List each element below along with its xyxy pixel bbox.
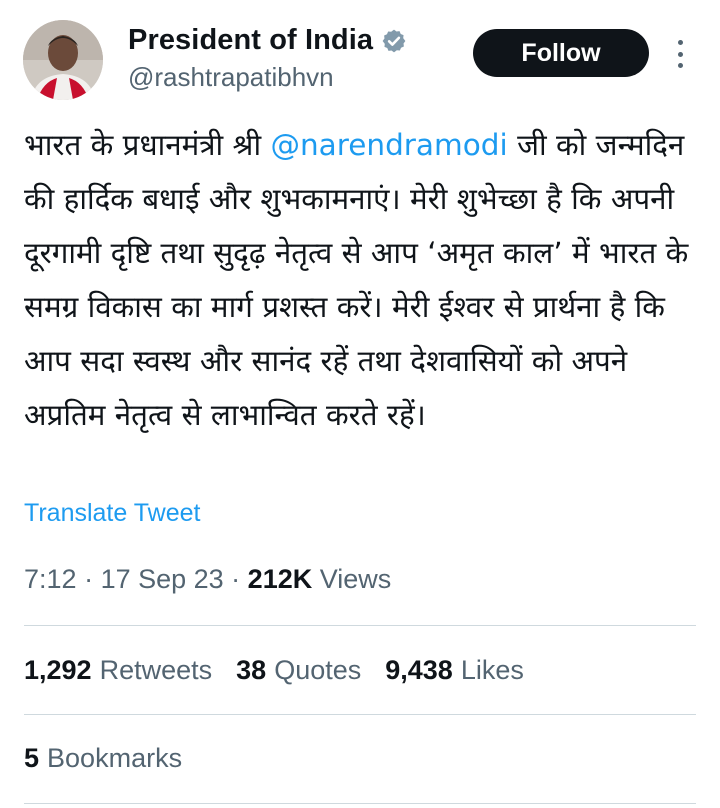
author-display-name[interactable]: President of India	[128, 24, 373, 57]
tweet-date[interactable]: 17 Sep 23	[101, 564, 224, 594]
divider	[24, 625, 696, 626]
bookmarks-stat[interactable]: 5 Bookmarks	[24, 743, 182, 774]
more-dot	[677, 63, 683, 68]
verified-badge-icon	[381, 28, 407, 54]
bookmarks-count: 5	[24, 743, 40, 773]
likes-label: Likes	[460, 655, 524, 685]
avatar[interactable]	[23, 20, 103, 100]
likes-stat[interactable]: 9,438 Likes	[385, 655, 524, 686]
retweets-count: 1,292	[24, 655, 92, 685]
retweets-label: Retweets	[99, 655, 213, 685]
author-handle[interactable]: @rashtrapatibhvn	[128, 62, 334, 93]
bookmarks-label: Bookmarks	[47, 743, 183, 773]
more-vertical-icon[interactable]	[670, 36, 690, 72]
likes-count: 9,438	[385, 655, 453, 685]
follow-button[interactable]: Follow	[473, 29, 649, 77]
author-name-row: President of India	[128, 24, 407, 57]
divider	[24, 803, 696, 804]
views-label: Views	[319, 564, 392, 594]
tweet-text-body: जी को जन्मदिन की हार्दिक बधाई और शुभकामन…	[24, 128, 698, 432]
mention-link[interactable]: @narendramodi	[270, 128, 507, 162]
meta-separator: ·	[76, 564, 101, 594]
views-count: 212K	[247, 564, 313, 594]
quotes-label: Quotes	[274, 655, 362, 685]
divider	[24, 714, 696, 715]
tweet-meta: 7:12 · 17 Sep 23 · 212K Views	[24, 564, 391, 595]
more-dot	[677, 40, 683, 45]
avatar-image	[23, 20, 103, 100]
tweet-text: भारत के प्रधानमंत्री श्री @narendramodi …	[24, 118, 700, 442]
tweet-header: President of India @rashtrapatibhvn Foll…	[0, 0, 720, 110]
tweet-text-intro: भारत के प्रधानमंत्री श्री	[24, 128, 271, 162]
translate-tweet-link[interactable]: Translate Tweet	[24, 499, 200, 528]
more-dot	[677, 51, 683, 57]
quotes-stat[interactable]: 38 Quotes	[236, 655, 361, 686]
engagement-stats: 1,292 Retweets 38 Quotes 9,438 Likes	[24, 655, 548, 686]
quotes-count: 38	[236, 655, 267, 685]
tweet-time[interactable]: 7:12	[24, 564, 77, 594]
retweets-stat[interactable]: 1,292 Retweets	[24, 655, 212, 686]
meta-separator: ·	[223, 564, 248, 594]
